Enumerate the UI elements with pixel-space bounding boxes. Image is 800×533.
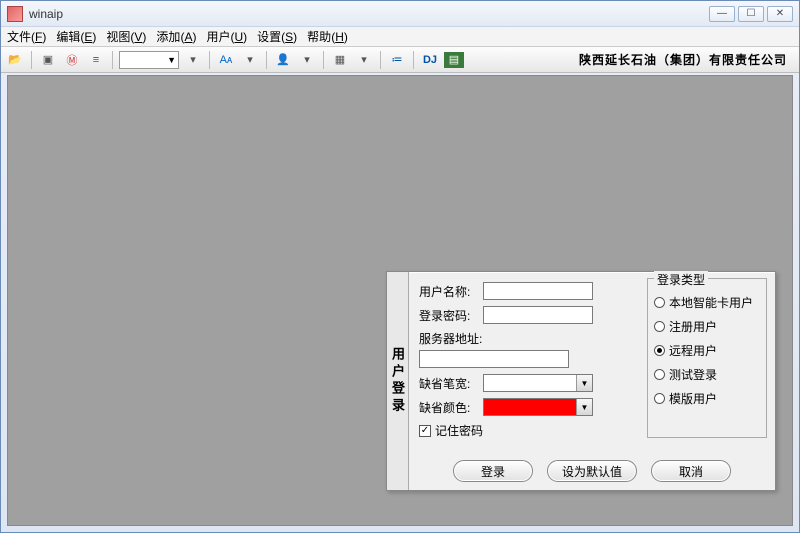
close-button[interactable]: ✕ xyxy=(767,6,793,22)
toolbar-select[interactable]: ▼ xyxy=(119,51,179,69)
tool-icon-3[interactable]: ≡ xyxy=(86,50,106,70)
login-button[interactable]: 登录 xyxy=(453,460,533,482)
dropdown-arrow-4[interactable]: ▾ xyxy=(354,50,374,70)
dialog-title: 用户登录 xyxy=(387,272,409,490)
open-icon[interactable]: 📂 xyxy=(5,50,25,70)
list-icon[interactable]: ≔ xyxy=(387,50,407,70)
checkbox-icon: ✓ xyxy=(419,425,431,437)
login-type-legend: 登录类型 xyxy=(654,271,708,288)
radio-template[interactable]: 模版用户 xyxy=(654,390,760,407)
set-default-button[interactable]: 设为默认值 xyxy=(547,460,637,482)
password-label: 登录密码: xyxy=(419,307,483,324)
chevron-down-icon: ▼ xyxy=(576,399,592,415)
radio-registered[interactable]: 注册用户 xyxy=(654,318,760,335)
menubar: 文件(F) 编辑(E) 视图(V) 添加(A) 用户(U) 设置(S) 帮助(H… xyxy=(1,27,799,47)
pen-width-select[interactable]: ▼ xyxy=(483,374,593,392)
tool-icon-2[interactable]: Ⓜ xyxy=(62,50,82,70)
radio-test[interactable]: 测试登录 xyxy=(654,366,760,383)
login-dialog: 用户登录 用户名称: 登录密码: 服务器地址: 缺省笔 xyxy=(386,271,776,491)
dropdown-arrow-3[interactable]: ▾ xyxy=(297,50,317,70)
minimize-button[interactable]: — xyxy=(709,6,735,22)
pen-width-label: 缺省笔宽: xyxy=(419,375,483,392)
color-select[interactable]: ▼ xyxy=(483,398,593,416)
company-label: 陕西延长石油（集团）有限责任公司 xyxy=(579,51,795,68)
server-label: 服务器地址: xyxy=(419,330,483,347)
titlebar: winaip — ☐ ✕ xyxy=(1,1,799,27)
radio-local-smartcard[interactable]: 本地智能卡用户 xyxy=(654,294,760,311)
user-icon[interactable]: 👤 xyxy=(273,50,293,70)
maximize-button[interactable]: ☐ xyxy=(738,6,764,22)
menu-settings[interactable]: 设置(S) xyxy=(257,28,297,45)
dropdown-arrow-2[interactable]: ▾ xyxy=(240,50,260,70)
dropdown-arrow-1[interactable]: ▾ xyxy=(183,50,203,70)
tool-icon-1[interactable]: ▣ xyxy=(38,50,58,70)
username-input[interactable] xyxy=(483,282,593,300)
toolbar: 📂 ▣ Ⓜ ≡ ▼ ▾ Aᴀ ▾ 👤 ▾ ▦ ▾ ≔ DJ ▤ 陕西延长石油（集… xyxy=(1,47,799,73)
server-input[interactable] xyxy=(419,350,569,368)
app-icon xyxy=(7,6,23,22)
color-grid-icon[interactable]: ▦ xyxy=(330,50,350,70)
login-type-group: 登录类型 本地智能卡用户 注册用户 远程用户 测试登录 模版用户 xyxy=(647,278,767,438)
menu-view[interactable]: 视图(V) xyxy=(106,28,146,45)
workspace: 用户登录 用户名称: 登录密码: 服务器地址: 缺省笔 xyxy=(7,75,793,526)
menu-file[interactable]: 文件(F) xyxy=(7,28,46,45)
font-size-icon[interactable]: Aᴀ xyxy=(216,50,236,70)
radio-remote[interactable]: 远程用户 xyxy=(654,342,760,359)
cancel-button[interactable]: 取消 xyxy=(651,460,731,482)
dj-button[interactable]: DJ xyxy=(420,50,440,70)
password-input[interactable] xyxy=(483,306,593,324)
tool-icon-last[interactable]: ▤ xyxy=(444,52,464,68)
window-title: winaip xyxy=(29,7,709,21)
username-label: 用户名称: xyxy=(419,283,483,300)
menu-edit[interactable]: 编辑(E) xyxy=(56,28,96,45)
remember-label: 记住密码 xyxy=(435,422,483,439)
chevron-down-icon: ▼ xyxy=(576,375,592,391)
menu-user[interactable]: 用户(U) xyxy=(206,28,247,45)
color-label: 缺省颜色: xyxy=(419,399,483,416)
menu-add[interactable]: 添加(A) xyxy=(156,28,196,45)
menu-help[interactable]: 帮助(H) xyxy=(307,28,348,45)
